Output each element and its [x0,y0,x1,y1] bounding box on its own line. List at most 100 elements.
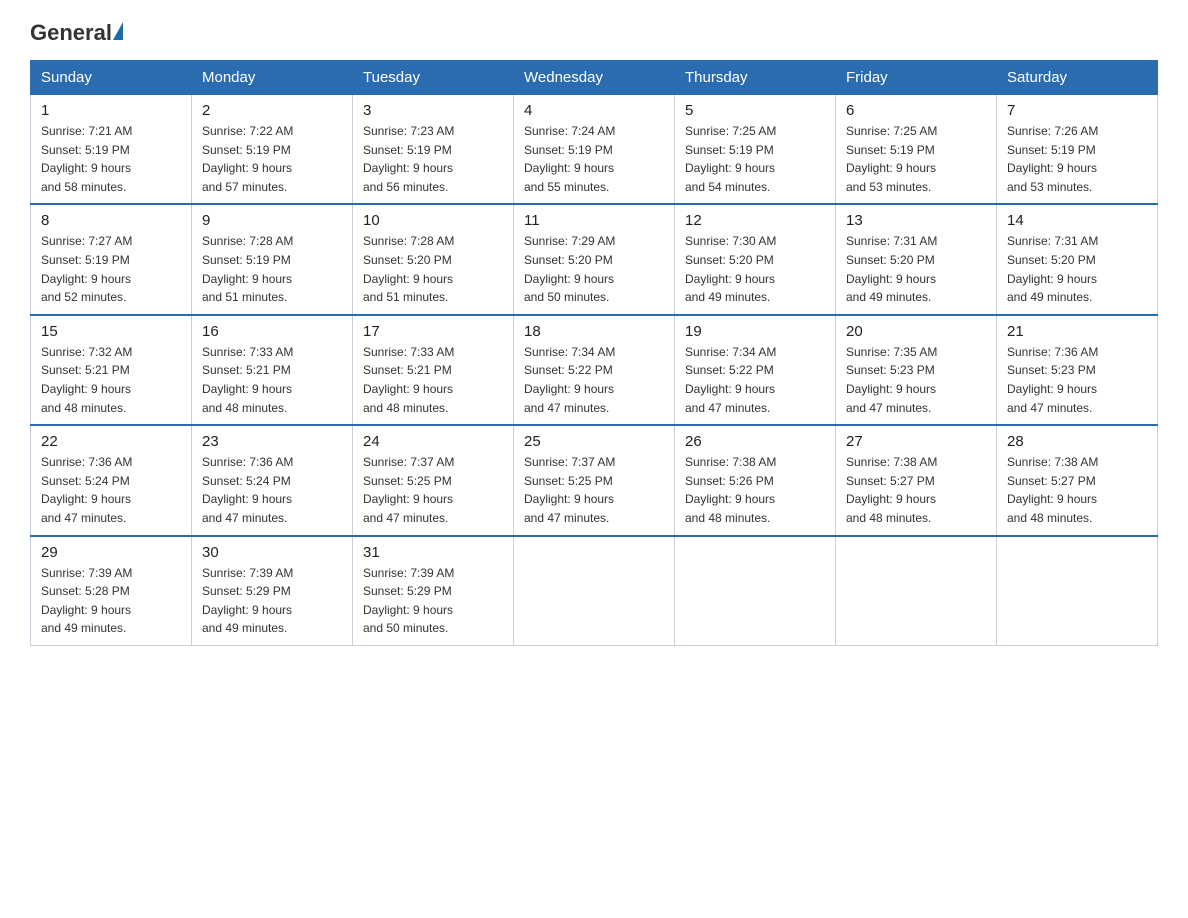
calendar-week-row: 22 Sunrise: 7:36 AMSunset: 5:24 PMDayligh… [31,425,1158,535]
weekday-header-saturday: Saturday [997,61,1158,95]
logo: General [30,20,124,42]
calendar-week-row: 1 Sunrise: 7:21 AMSunset: 5:19 PMDaylight… [31,95,1158,205]
day-number: 16 [202,323,342,340]
day-number: 3 [363,102,503,119]
day-number: 10 [363,212,503,229]
day-number: 14 [1007,212,1147,229]
calendar-day-cell: 31Sunrise: 7:39 AMSunset: 5:29 PMDayligh… [353,536,514,646]
day-info: Sunrise: 7:29 AMSunset: 5:20 PMDaylight:… [524,232,664,306]
calendar-day-cell: 30 Sunrise: 7:39 AMSunset: 5:29 PMDayligh… [192,536,353,646]
day-number: 6 [846,102,986,119]
calendar-day-cell: 8 Sunrise: 7:27 AMSunset: 5:19 PMDaylight… [31,204,192,314]
day-info: Sunrise: 7:33 AMSunset: 5:21 PMDaylight:… [363,343,503,417]
calendar-day-cell: 4 Sunrise: 7:24 AMSunset: 5:19 PMDaylight… [514,95,675,205]
day-number: 1 [41,102,181,119]
calendar-day-cell [675,536,836,646]
day-info: Sunrise: 7:39 AMSunset: 5:29 PMDaylight:… [202,564,342,638]
day-info: Sunrise: 7:36 AMSunset: 5:24 PMDaylight:… [41,453,181,527]
calendar-day-cell: 21 Sunrise: 7:36 AMSunset: 5:23 PMDayligh… [997,315,1158,425]
weekday-header-wednesday: Wednesday [514,61,675,95]
calendar-day-cell: 12Sunrise: 7:30 AMSunset: 5:20 PMDayligh… [675,204,836,314]
day-info: Sunrise: 7:36 AMSunset: 5:23 PMDaylight:… [1007,343,1147,417]
day-info: Sunrise: 7:21 AMSunset: 5:19 PMDaylight:… [41,122,181,196]
calendar-day-cell [836,536,997,646]
day-info: Sunrise: 7:22 AMSunset: 5:19 PMDaylight:… [202,122,342,196]
calendar-day-cell: 3 Sunrise: 7:23 AMSunset: 5:19 PMDaylight… [353,95,514,205]
day-info: Sunrise: 7:28 AMSunset: 5:20 PMDaylight:… [363,232,503,306]
day-info: Sunrise: 7:23 AMSunset: 5:19 PMDaylight:… [363,122,503,196]
day-info: Sunrise: 7:34 AMSunset: 5:22 PMDaylight:… [685,343,825,417]
day-number: 11 [524,212,664,229]
calendar-day-cell: 29 Sunrise: 7:39 AMSunset: 5:28 PMDayligh… [31,536,192,646]
page-header: General [30,20,1158,42]
day-info: Sunrise: 7:25 AMSunset: 5:19 PMDaylight:… [846,122,986,196]
day-info: Sunrise: 7:33 AMSunset: 5:21 PMDaylight:… [202,343,342,417]
calendar-day-cell [997,536,1158,646]
day-number: 28 [1007,433,1147,450]
calendar-day-cell: 24 Sunrise: 7:37 AMSunset: 5:25 PMDayligh… [353,425,514,535]
day-number: 29 [41,544,181,561]
day-number: 4 [524,102,664,119]
calendar-day-cell: 20 Sunrise: 7:35 AMSunset: 5:23 PMDayligh… [836,315,997,425]
day-info: Sunrise: 7:30 AMSunset: 5:20 PMDaylight:… [685,232,825,306]
day-number: 20 [846,323,986,340]
calendar-day-cell: 27 Sunrise: 7:38 AMSunset: 5:27 PMDayligh… [836,425,997,535]
calendar-week-row: 29 Sunrise: 7:39 AMSunset: 5:28 PMDayligh… [31,536,1158,646]
calendar-table: SundayMondayTuesdayWednesdayThursdayFrid… [30,60,1158,646]
day-number: 13 [846,212,986,229]
day-info: Sunrise: 7:38 AMSunset: 5:27 PMDaylight:… [846,453,986,527]
weekday-header-tuesday: Tuesday [353,61,514,95]
calendar-day-cell: 18 Sunrise: 7:34 AMSunset: 5:22 PMDayligh… [514,315,675,425]
calendar-day-cell: 10 Sunrise: 7:28 AMSunset: 5:20 PMDayligh… [353,204,514,314]
day-number: 27 [846,433,986,450]
calendar-day-cell: 1 Sunrise: 7:21 AMSunset: 5:19 PMDaylight… [31,95,192,205]
day-info: Sunrise: 7:24 AMSunset: 5:19 PMDaylight:… [524,122,664,196]
logo-general-text: General [30,20,112,46]
day-info: Sunrise: 7:25 AMSunset: 5:19 PMDaylight:… [685,122,825,196]
day-info: Sunrise: 7:37 AMSunset: 5:25 PMDaylight:… [363,453,503,527]
weekday-header-friday: Friday [836,61,997,95]
day-number: 18 [524,323,664,340]
day-info: Sunrise: 7:31 AMSunset: 5:20 PMDaylight:… [846,232,986,306]
calendar-day-cell [514,536,675,646]
calendar-day-cell: 28Sunrise: 7:38 AMSunset: 5:27 PMDayligh… [997,425,1158,535]
calendar-day-cell: 14 Sunrise: 7:31 AMSunset: 5:20 PMDayligh… [997,204,1158,314]
day-info: Sunrise: 7:39 AMSunset: 5:28 PMDaylight:… [41,564,181,638]
weekday-header-row: SundayMondayTuesdayWednesdayThursdayFrid… [31,61,1158,95]
day-info: Sunrise: 7:27 AMSunset: 5:19 PMDaylight:… [41,232,181,306]
day-info: Sunrise: 7:26 AMSunset: 5:19 PMDaylight:… [1007,122,1147,196]
day-number: 26 [685,433,825,450]
day-info: Sunrise: 7:34 AMSunset: 5:22 PMDaylight:… [524,343,664,417]
day-number: 19 [685,323,825,340]
calendar-day-cell: 15 Sunrise: 7:32 AMSunset: 5:21 PMDayligh… [31,315,192,425]
day-number: 24 [363,433,503,450]
logo-triangle-icon [113,22,123,40]
day-number: 25 [524,433,664,450]
day-number: 17 [363,323,503,340]
day-number: 8 [41,212,181,229]
day-number: 23 [202,433,342,450]
day-number: 15 [41,323,181,340]
day-number: 5 [685,102,825,119]
calendar-day-cell: 17 Sunrise: 7:33 AMSunset: 5:21 PMDayligh… [353,315,514,425]
day-number: 21 [1007,323,1147,340]
day-number: 7 [1007,102,1147,119]
day-number: 2 [202,102,342,119]
calendar-day-cell: 16 Sunrise: 7:33 AMSunset: 5:21 PMDayligh… [192,315,353,425]
calendar-day-cell: 23 Sunrise: 7:36 AMSunset: 5:24 PMDayligh… [192,425,353,535]
calendar-week-row: 15 Sunrise: 7:32 AMSunset: 5:21 PMDayligh… [31,315,1158,425]
day-number: 30 [202,544,342,561]
calendar-day-cell: 6 Sunrise: 7:25 AMSunset: 5:19 PMDaylight… [836,95,997,205]
day-info: Sunrise: 7:35 AMSunset: 5:23 PMDaylight:… [846,343,986,417]
calendar-day-cell: 9Sunrise: 7:28 AMSunset: 5:19 PMDaylight… [192,204,353,314]
calendar-day-cell: 7 Sunrise: 7:26 AMSunset: 5:19 PMDaylight… [997,95,1158,205]
day-info: Sunrise: 7:36 AMSunset: 5:24 PMDaylight:… [202,453,342,527]
calendar-day-cell: 22 Sunrise: 7:36 AMSunset: 5:24 PMDayligh… [31,425,192,535]
calendar-day-cell: 2 Sunrise: 7:22 AMSunset: 5:19 PMDaylight… [192,95,353,205]
day-info: Sunrise: 7:31 AMSunset: 5:20 PMDaylight:… [1007,232,1147,306]
day-info: Sunrise: 7:32 AMSunset: 5:21 PMDaylight:… [41,343,181,417]
weekday-header-thursday: Thursday [675,61,836,95]
weekday-header-monday: Monday [192,61,353,95]
day-info: Sunrise: 7:37 AMSunset: 5:25 PMDaylight:… [524,453,664,527]
day-number: 22 [41,433,181,450]
